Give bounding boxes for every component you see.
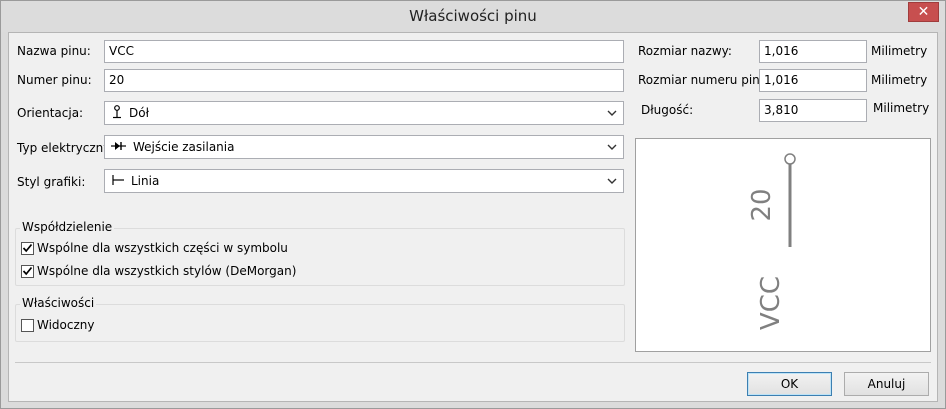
- preview-pin-number: 20: [747, 188, 777, 221]
- name-size-unit: Milimetry: [871, 44, 928, 58]
- line-style-icon: [111, 174, 125, 189]
- checkbox-box[interactable]: [21, 264, 34, 278]
- properties-group: [15, 304, 625, 342]
- button-separator: [15, 362, 931, 363]
- graphic-style-label: Styl grafiki:: [17, 175, 86, 189]
- name-size-label: Rozmiar nazwy:: [638, 44, 732, 58]
- preview-pin-name: VCC: [756, 276, 786, 330]
- properties-group-title: Właściwości: [20, 296, 97, 310]
- electrical-type-label: Typ elektryczny:: [17, 141, 114, 155]
- pin-name-label: Nazwa pinu:: [17, 44, 91, 58]
- electrical-type-select[interactable]: Wejście zasilania: [104, 135, 624, 159]
- orientation-select[interactable]: Dół: [104, 101, 624, 125]
- checkbox-box[interactable]: [21, 241, 34, 255]
- share-all-parts-label: Wspólne dla wszystkich części w symbolu: [37, 241, 288, 255]
- graphic-style-select[interactable]: Linia: [104, 169, 624, 193]
- orientation-down-icon: [111, 104, 123, 122]
- number-size-label: Rozmiar numeru pinu:: [638, 73, 772, 87]
- chevron-down-icon[interactable]: [605, 139, 619, 155]
- power-input-icon: [111, 140, 127, 155]
- checkbox-box[interactable]: [21, 318, 34, 332]
- dialog-client-area: Nazwa pinu: VCC Numer pinu: 20 Orientacj…: [8, 32, 938, 402]
- length-input[interactable]: 3,810: [759, 99, 867, 122]
- graphic-style-value: Linia: [131, 174, 160, 188]
- visible-label: Widoczny: [37, 318, 95, 332]
- length-label: Długość:: [641, 103, 694, 117]
- electrical-type-value: Wejście zasilania: [133, 140, 235, 154]
- ok-button[interactable]: OK: [747, 372, 832, 396]
- chevron-down-icon[interactable]: [605, 173, 619, 189]
- orientation-label: Orientacja:: [17, 106, 84, 120]
- cancel-button[interactable]: Anuluj: [844, 372, 929, 396]
- pin-connection-point: [784, 153, 796, 165]
- chevron-down-icon[interactable]: [605, 105, 619, 121]
- pin-preview: 20 VCC: [635, 138, 931, 352]
- close-icon: ✕: [917, 4, 930, 20]
- visible-checkbox[interactable]: Widoczny: [21, 318, 95, 332]
- pin-number-input[interactable]: 20: [104, 69, 624, 92]
- number-size-unit: Milimetry: [871, 73, 928, 87]
- close-button[interactable]: ✕: [908, 2, 939, 22]
- title-bar[interactable]: Właściwości pinu ✕: [1, 1, 945, 32]
- pin-number-label: Numer pinu:: [17, 73, 92, 87]
- number-size-input[interactable]: 1,016: [759, 69, 867, 92]
- share-all-styles-label: Wspólne dla wszystkich stylów (DeMorgan): [37, 264, 297, 278]
- pin-name-input[interactable]: VCC: [104, 40, 624, 63]
- share-all-parts-checkbox[interactable]: Wspólne dla wszystkich części w symbolu: [21, 241, 288, 255]
- orientation-value: Dół: [129, 106, 149, 120]
- length-unit: Milimetry: [873, 101, 930, 115]
- pin-properties-dialog: Właściwości pinu ✕ Nazwa pinu: VCC Numer…: [0, 0, 946, 409]
- window-title: Właściwości pinu: [409, 7, 537, 25]
- share-all-styles-checkbox[interactable]: Wspólne dla wszystkich stylów (DeMorgan): [21, 264, 296, 278]
- pin-preview-canvas: 20 VCC: [747, 153, 796, 330]
- name-size-input[interactable]: 1,016: [759, 40, 867, 63]
- sharing-group-title: Współdzielenie: [20, 220, 115, 234]
